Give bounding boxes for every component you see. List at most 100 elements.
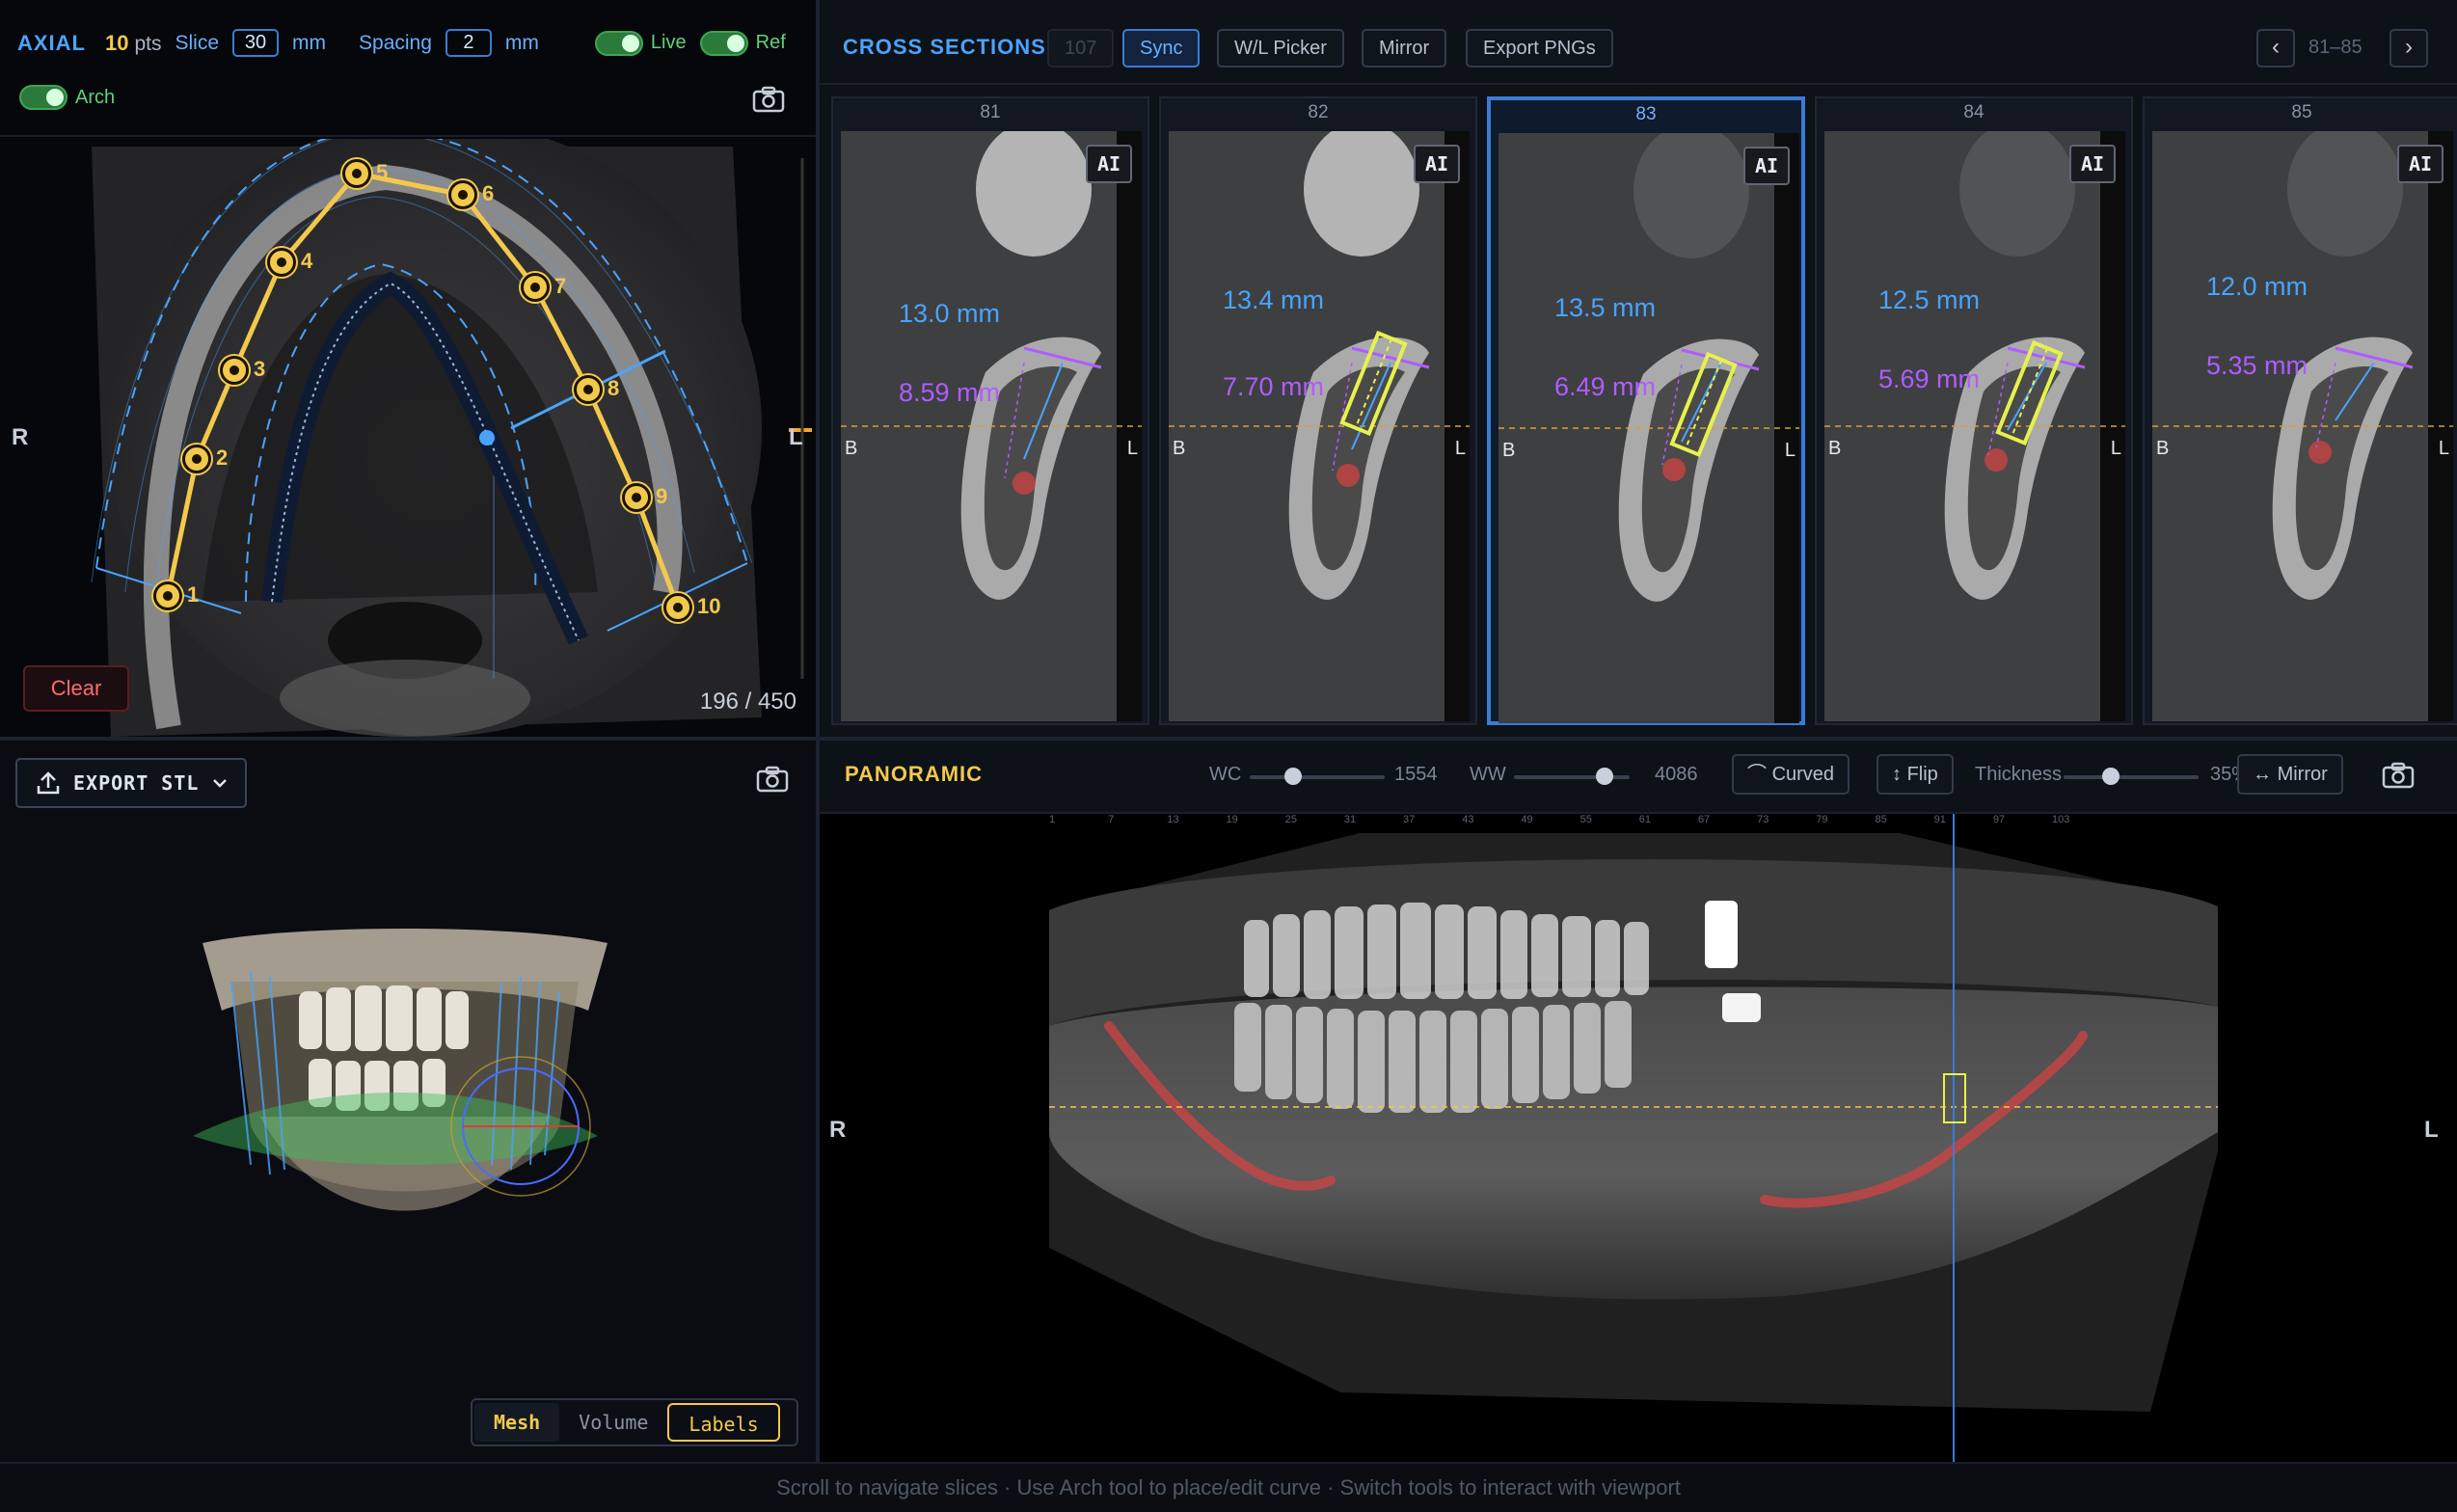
spacing-input[interactable]: 2 — [445, 29, 492, 57]
curve-icon: ⌒ — [1747, 764, 1772, 785]
mirror-button[interactable]: Mirror — [1362, 29, 1447, 68]
live-toggle[interactable]: Live — [594, 30, 687, 56]
export-stl-button[interactable]: EXPORT STL — [15, 758, 247, 808]
clear-button[interactable]: Clear — [23, 665, 129, 712]
buccal-label: B — [1502, 440, 1516, 461]
curved-button[interactable]: ⌒ Curved — [1732, 754, 1850, 795]
model-3d-viewport[interactable] — [174, 924, 636, 1252]
mode-mesh[interactable]: Mesh — [474, 1403, 560, 1442]
arch-point-label: 8 — [608, 376, 620, 400]
thickness-slider-handle[interactable] — [2102, 768, 2120, 785]
bone-height-measurement: 12.5 mm — [1878, 285, 1981, 314]
ww-slider-handle[interactable] — [1595, 768, 1613, 785]
ai-badge[interactable]: AI — [1743, 147, 1790, 185]
cross-section-image: AI B L 13.4 mm 7.70 mm — [1169, 131, 1470, 721]
flip-button[interactable]: ↕ Flip — [1876, 754, 1954, 795]
ai-badge[interactable]: AI — [2069, 145, 2116, 183]
spacing-label: Spacing — [359, 31, 432, 54]
arch-control-point[interactable] — [342, 159, 371, 188]
vertical-splitter[interactable] — [816, 0, 820, 1462]
wc-slider[interactable] — [1250, 768, 1385, 785]
cross-section-card[interactable]: 83 AI B L 13.5 mm 6.49 mm — [1487, 96, 1805, 725]
arch-point-label: 5 — [376, 160, 389, 184]
wc-value: 1554 — [1394, 764, 1438, 785]
cross-section-card[interactable]: 84 AI B L 12.5 mm 5.69 mm — [1815, 96, 2133, 725]
thickness-slider[interactable] — [2064, 768, 2199, 785]
cross-section-card[interactable]: 82 AI B L 13.4 mm 7.70 mm — [1159, 96, 1477, 725]
arch-control-point[interactable] — [448, 180, 477, 209]
mode-labels[interactable]: Labels — [667, 1403, 780, 1442]
ww-slider[interactable] — [1514, 768, 1630, 785]
axial-pane: AXIAL 10 pts Slice 30 mm Spacing 2 mm Li… — [0, 0, 818, 739]
ai-badge[interactable]: AI — [1086, 145, 1132, 183]
wc-slider-handle[interactable] — [1283, 768, 1302, 785]
sync-button[interactable]: Sync — [1122, 29, 1201, 68]
slice-input[interactable]: 30 — [232, 29, 280, 57]
ai-badge[interactable]: AI — [1414, 145, 1460, 183]
upload-icon — [37, 771, 60, 795]
render-mode-toggle: Mesh Volume Labels — [471, 1398, 798, 1446]
export-pngs-button[interactable]: Export PNGs — [1466, 29, 1613, 68]
arch-control-point[interactable] — [622, 483, 651, 512]
side-label-right: R — [12, 424, 29, 450]
panoramic-scan-image — [1049, 814, 2218, 1462]
arch-control-point[interactable] — [220, 356, 249, 385]
prev-range-button[interactable]: ‹ — [2256, 29, 2295, 68]
chevron-right-icon: › — [2405, 34, 2413, 60]
live-toggle-label: Live — [650, 32, 687, 53]
axial-viewport[interactable]: R L 1 2 3 4 5 6 7 8 9 10 Clear 196 / 450 — [0, 139, 818, 737]
points-count: 10 — [105, 30, 129, 55]
live-switch[interactable] — [594, 30, 643, 56]
bone-height-measurement: 12.0 mm — [2206, 272, 2308, 301]
arch-point-label: 9 — [656, 484, 668, 508]
camera-icon[interactable] — [752, 86, 785, 113]
arch-control-point[interactable] — [663, 593, 692, 622]
ref-toggle[interactable]: Ref — [699, 30, 786, 56]
cross-section-number: 83 — [1635, 104, 1657, 124]
curved-button-label: Curved — [1771, 764, 1835, 785]
lingual-label: L — [1454, 438, 1466, 459]
export-stl-label: EXPORT STL — [73, 771, 200, 795]
cross-section-card[interactable]: 81 AI B L 13.0 mm 8.59 mm — [831, 96, 1149, 725]
chevron-left-icon: ‹ — [2272, 34, 2280, 60]
ref-switch[interactable] — [699, 30, 748, 56]
axial-title: AXIAL — [17, 30, 86, 55]
arch-toggle[interactable]: Arch — [19, 85, 115, 110]
flip-button-label: Flip — [1906, 764, 1938, 785]
thickness-label: Thickness — [1975, 764, 2063, 785]
bone-width-measurement: 5.69 mm — [1878, 364, 1981, 393]
flip-vertical-icon: ↕ — [1892, 764, 1907, 785]
arch-control-point[interactable] — [267, 248, 296, 277]
bone-width-measurement: 6.49 mm — [1554, 372, 1657, 401]
camera-icon[interactable] — [756, 766, 789, 793]
mode-volume[interactable]: Volume — [559, 1403, 667, 1442]
arch-control-point[interactable] — [574, 375, 603, 404]
lingual-label: L — [2438, 438, 2449, 459]
cross-section-number: 81 — [980, 102, 1001, 122]
lingual-label: L — [2110, 438, 2121, 459]
panoramic-viewport[interactable]: 1 7 13 19 25 31 37 43 49 55 61 67 73 79 85 91 97 103 — [820, 814, 2457, 1462]
bone-height-measurement: 13.0 mm — [899, 299, 1001, 328]
horizontal-splitter[interactable] — [0, 737, 2457, 741]
panoramic-side-left: L — [2424, 1117, 2439, 1143]
panoramic-toolbar: PANORAMIC WC 1554 WW 4086 ⌒ Curved ↕ Fli… — [820, 741, 2457, 814]
cross-sections-toolbar: CROSS SECTIONS 107 Sync W/L Picker Mirro… — [820, 0, 2457, 85]
lingual-label: L — [1126, 438, 1138, 459]
panoramic-title: PANORAMIC — [845, 762, 984, 786]
cross-section-card[interactable]: 85 AI B L 12.0 mm 5.35 mm — [2143, 96, 2457, 725]
ww-value: 4086 — [1655, 764, 1698, 785]
camera-icon[interactable] — [2382, 762, 2415, 789]
wl-picker-button[interactable]: W/L Picker — [1217, 29, 1344, 68]
ai-badge[interactable]: AI — [2397, 145, 2444, 183]
cross-sections-title: CROSS SECTIONS — [843, 35, 1046, 59]
arch-switch[interactable] — [19, 85, 68, 110]
arch-control-point[interactable] — [521, 273, 550, 302]
model-3d-pane: EXPORT STL Mesh Volume Labels — [0, 741, 818, 1462]
arch-toggle-label: Arch — [75, 86, 116, 108]
dental-planning-app: AXIAL 10 pts Slice 30 mm Spacing 2 mm Li… — [0, 0, 2457, 1512]
cross-section-number: 84 — [1963, 102, 1984, 122]
arch-control-point[interactable] — [153, 581, 182, 610]
next-range-button[interactable]: › — [2390, 29, 2428, 68]
arch-control-point[interactable] — [182, 445, 211, 473]
panoramic-mirror-button[interactable]: ↔ Mirror — [2237, 754, 2343, 795]
